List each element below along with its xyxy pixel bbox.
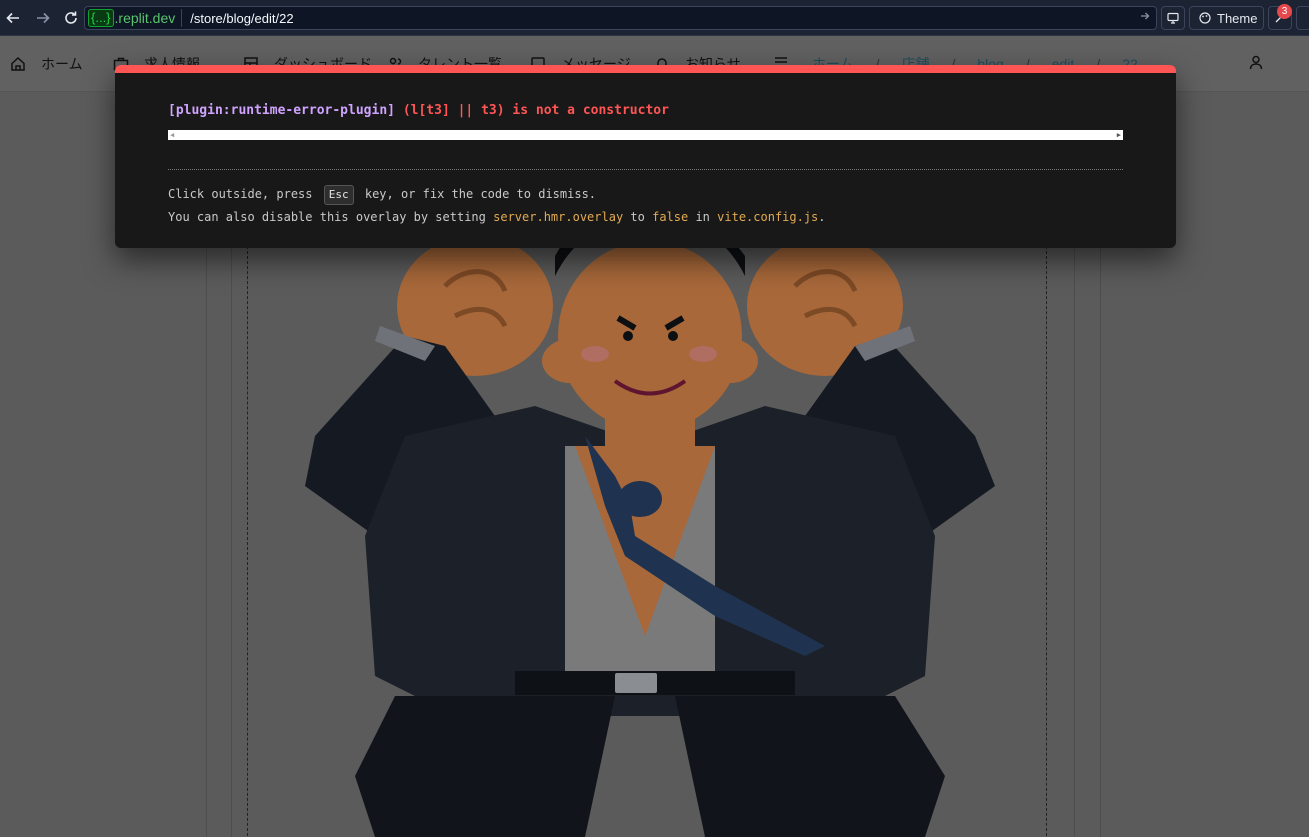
config-key-code: server.hmr.overlay — [493, 210, 624, 224]
overlay-divider — [168, 169, 1123, 170]
theme-button[interactable]: Theme — [1189, 6, 1264, 30]
domain-suffix: .replit.dev — [114, 10, 176, 26]
nav-home[interactable]: ホーム — [10, 36, 83, 92]
editor-dashed-border — [1046, 246, 1047, 837]
tip1-text-after: key, or fix the code to dismiss. — [364, 187, 597, 201]
devices-button[interactable] — [1161, 6, 1185, 30]
notification-count-badge: 3 — [1277, 4, 1292, 19]
home-icon — [11, 56, 25, 71]
vite-error-overlay[interactable]: [plugin:runtime-error-plugin] (l[t3] || … — [115, 65, 1176, 248]
disable-overlay-tip: You can also disable this overlay by set… — [168, 210, 826, 224]
error-plugin-name: [plugin:runtime-error-plugin] — [168, 103, 395, 118]
palette-icon — [1199, 12, 1211, 24]
tip2-period: . — [818, 210, 826, 224]
new-tab-icon[interactable] — [1296, 6, 1309, 30]
tip2-text-a: You can also disable this overlay by set… — [168, 210, 486, 224]
back-arrow-icon — [6, 12, 19, 24]
devices-icon — [1167, 12, 1179, 24]
error-message: [plugin:runtime-error-plugin] (l[t3] || … — [168, 103, 669, 118]
address-bar[interactable]: {...} .replit.dev /store/blog/edit/22 — [84, 6, 1157, 30]
url-separator — [181, 9, 183, 27]
blog-illustration-image — [305, 203, 995, 837]
false-value-code: false — [652, 210, 689, 224]
forward-button[interactable] — [30, 5, 56, 31]
dismiss-tip: Click outside, press Esc key, or fix the… — [168, 185, 596, 205]
reload-icon — [65, 11, 77, 24]
tip2-text-b: to — [630, 210, 645, 224]
horizontal-scrollbar[interactable]: ◀ ▶ — [168, 130, 1123, 140]
browser-toolbar: {...} .replit.dev /store/blog/edit/22 Th… — [0, 0, 1309, 36]
theme-label: Theme — [1217, 10, 1258, 26]
forward-arrow-icon — [37, 12, 50, 24]
scroll-right-icon[interactable]: ▶ — [1117, 131, 1121, 139]
config-file-code: vite.config.js — [717, 210, 819, 224]
domain-badge: {...} — [88, 9, 114, 27]
reload-button[interactable] — [58, 5, 84, 31]
nav-home-label: ホーム — [41, 55, 83, 72]
url-path-input[interactable]: /store/blog/edit/22 — [190, 11, 293, 26]
scroll-left-icon[interactable]: ◀ — [170, 131, 174, 139]
esc-key: Esc — [323, 185, 354, 205]
tip2-text-c: in — [695, 210, 710, 224]
editor-dashed-border — [247, 246, 248, 837]
error-text: (l[t3] || t3) is not a constructor — [402, 103, 669, 118]
user-icon[interactable] — [1248, 54, 1264, 75]
go-arrow-icon[interactable] — [1140, 9, 1150, 24]
tip1-text-before: Click outside, press — [168, 187, 313, 201]
back-button[interactable] — [0, 5, 26, 31]
